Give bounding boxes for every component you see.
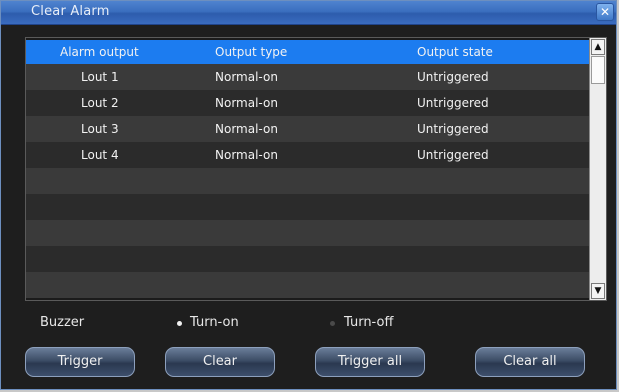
cell-output-type: Normal-on xyxy=(215,122,278,136)
table-header: Alarm output Output type Output state xyxy=(26,40,590,64)
empty-table-row[interactable] xyxy=(26,246,590,272)
empty-table-row[interactable] xyxy=(26,272,590,298)
buzzer-turn-off-label[interactable]: Turn-off xyxy=(344,315,393,330)
table-grid: Alarm output Output type Output state Lo… xyxy=(26,38,590,300)
scroll-up-arrow-icon[interactable]: ▲ xyxy=(591,39,605,55)
table-row[interactable]: Lout 2 Normal-on Untriggered xyxy=(26,90,590,116)
cell-output-state: Untriggered xyxy=(417,122,489,136)
column-header-alarm-output[interactable]: Alarm output xyxy=(60,45,139,59)
cell-alarm-output: Lout 3 xyxy=(81,122,119,136)
column-header-output-type[interactable]: Output type xyxy=(215,45,287,59)
cell-output-state: Untriggered xyxy=(417,70,489,84)
vertical-scrollbar[interactable]: ▲ ▼ xyxy=(589,38,606,300)
clear-all-button[interactable]: Clear all xyxy=(475,347,585,377)
window-title: Clear Alarm xyxy=(31,4,110,19)
buzzer-label: Buzzer xyxy=(40,315,85,330)
cell-output-state: Untriggered xyxy=(417,148,489,162)
empty-table-row[interactable] xyxy=(26,220,590,246)
empty-table-row[interactable] xyxy=(26,194,590,220)
clear-button[interactable]: Clear xyxy=(165,347,275,377)
clear-alarm-window: Clear Alarm ✕ Alarm output Output type O… xyxy=(0,0,617,390)
scroll-down-arrow-icon[interactable]: ▼ xyxy=(591,283,605,299)
trigger-button[interactable]: Trigger xyxy=(25,347,135,377)
radio-unselected-icon[interactable] xyxy=(330,321,335,326)
title-bar: Clear Alarm ✕ xyxy=(1,1,616,25)
trigger-all-button[interactable]: Trigger all xyxy=(315,347,425,377)
table-row[interactable]: Lout 3 Normal-on Untriggered xyxy=(26,116,590,142)
empty-table-row[interactable] xyxy=(26,168,590,194)
buzzer-turn-on-label[interactable]: Turn-on xyxy=(190,315,239,330)
cell-alarm-output: Lout 2 xyxy=(81,96,119,110)
scrollbar-thumb[interactable] xyxy=(591,56,605,84)
close-icon[interactable]: ✕ xyxy=(596,3,614,21)
alarm-output-table: Alarm output Output type Output state Lo… xyxy=(25,37,607,301)
cell-output-type: Normal-on xyxy=(215,148,278,162)
column-header-output-state[interactable]: Output state xyxy=(417,45,493,59)
table-row[interactable]: Lout 4 Normal-on Untriggered xyxy=(26,142,590,168)
cell-output-type: Normal-on xyxy=(215,70,278,84)
cell-alarm-output: Lout 4 xyxy=(81,148,119,162)
cell-output-state: Untriggered xyxy=(417,96,489,110)
radio-selected-icon[interactable] xyxy=(177,321,182,326)
cell-output-type: Normal-on xyxy=(215,96,278,110)
cell-alarm-output: Lout 1 xyxy=(81,70,119,84)
table-row[interactable]: Lout 1 Normal-on Untriggered xyxy=(26,64,590,90)
